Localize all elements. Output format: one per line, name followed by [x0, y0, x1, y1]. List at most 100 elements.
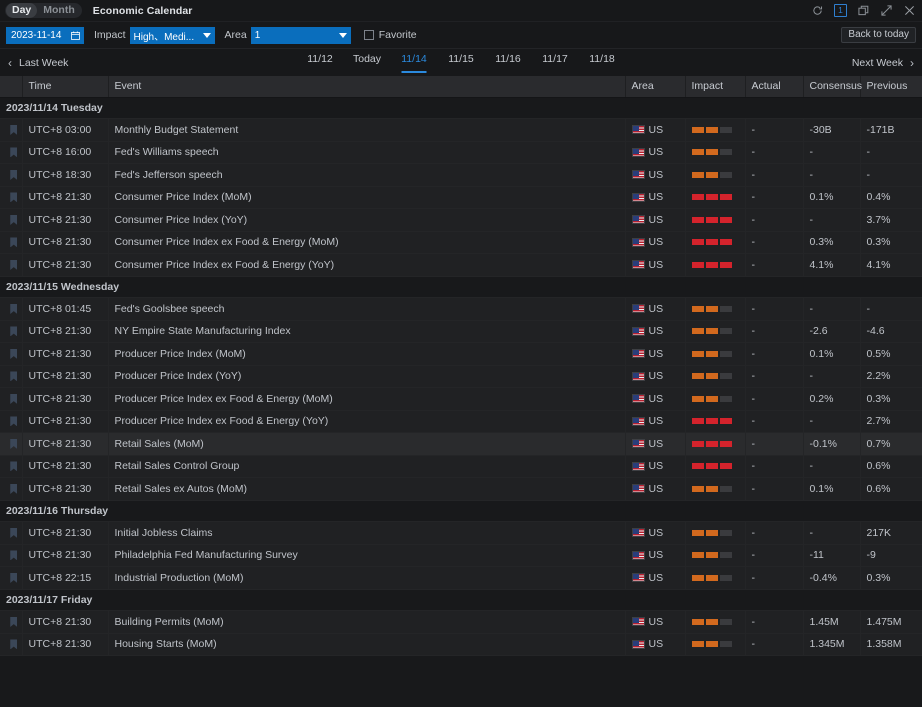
table-row[interactable]: UTC+8 01:45 Fed's Goolsbee speech US - - - — [0, 297, 922, 321]
bookmark-icon[interactable] — [10, 393, 18, 404]
favorite-cell[interactable] — [0, 253, 23, 277]
table-row[interactable]: UTC+8 21:30 Producer Price Index (YoY) US -… — [0, 365, 922, 388]
bookmark-icon[interactable] — [10, 259, 18, 270]
bookmark-icon[interactable] — [10, 438, 18, 449]
bookmark-icon[interactable] — [10, 192, 18, 203]
cell-previous: 1.358M — [860, 633, 922, 656]
table-row[interactable]: UTC+8 21:30 Retail Sales Control Group US -… — [0, 455, 922, 478]
impact-rating — [691, 366, 745, 387]
area-label-value: US — [648, 325, 664, 338]
impact-bar — [691, 485, 704, 492]
day-tab-5[interactable]: 11/17 — [532, 53, 579, 73]
table-row[interactable]: UTC+8 18:30 Fed's Jefferson speech US - - - — [0, 163, 922, 187]
favorite-filter[interactable]: Favorite — [363, 29, 417, 41]
back-to-today-button[interactable]: Back to today — [841, 27, 916, 43]
favorite-cell[interactable] — [0, 118, 23, 142]
favorite-cell[interactable] — [0, 610, 23, 634]
day-tab-today[interactable]: Today — [344, 53, 391, 73]
cell-consensus: 0.1% — [803, 342, 861, 366]
table-row[interactable]: UTC+8 21:30 Retail Sales ex Autos (MoM) US… — [0, 477, 922, 501]
view-mode-segmented-control[interactable]: Day Month — [5, 3, 82, 18]
table-row[interactable]: UTC+8 21:30 Producer Price Index ex Food … — [0, 410, 922, 433]
table-row[interactable]: UTC+8 21:30 Retail Sales (MoM) US - -0.1% 0.7… — [0, 432, 922, 456]
table-row[interactable]: UTC+8 21:30 Consumer Price Index ex Food … — [0, 253, 922, 277]
day-tab-3[interactable]: 11/15 — [438, 53, 485, 73]
table-row[interactable]: UTC+8 21:30 NY Empire State Manufacturing… — [0, 320, 922, 343]
favorite-cell[interactable] — [0, 342, 23, 366]
day-group-label: 2023/11/16 Thursday — [0, 500, 922, 522]
favorite-cell[interactable] — [0, 521, 23, 545]
table-row[interactable]: UTC+8 21:30 Producer Price Index ex Food … — [0, 387, 922, 411]
favorite-cell[interactable] — [0, 141, 23, 164]
favorite-cell[interactable] — [0, 208, 23, 232]
area-content: US — [631, 522, 685, 543]
day-tab-4[interactable]: 11/16 — [485, 53, 532, 73]
impact-select-value: High、Medi... — [133, 31, 195, 43]
table-row[interactable]: UTC+8 21:30 Consumer Price Index (YoY) US -… — [0, 208, 922, 232]
bookmark-icon[interactable] — [10, 639, 18, 650]
table-row[interactable]: UTC+8 21:30 Building Permits (MoM) US -1.45… — [0, 610, 922, 634]
favorite-cell[interactable] — [0, 231, 23, 254]
bookmark-icon[interactable] — [10, 237, 18, 248]
next-week-button[interactable]: Next Week › — [852, 57, 914, 69]
favorite-cell[interactable] — [0, 633, 23, 656]
table-row[interactable]: UTC+8 21:30 Consumer Price Index ex Food … — [0, 231, 922, 254]
bookmark-icon[interactable] — [10, 416, 18, 427]
table-row[interactable]: UTC+8 21:30 Consumer Price Index (MoM) US -… — [0, 186, 922, 209]
bookmark-icon[interactable] — [10, 527, 18, 538]
bookmark-icon[interactable] — [10, 169, 18, 180]
bookmark-icon[interactable] — [10, 483, 18, 494]
favorite-cell[interactable] — [0, 163, 23, 187]
tab-day[interactable]: Day — [6, 3, 38, 18]
cell-area: US — [625, 633, 686, 656]
expand-icon[interactable] — [880, 4, 893, 17]
bookmark-icon[interactable] — [10, 124, 18, 135]
area-select[interactable]: 1 — [250, 26, 351, 44]
favorite-cell[interactable] — [0, 566, 23, 590]
table-row[interactable]: UTC+8 03:00 Monthly Budget Statement US - -3… — [0, 118, 922, 142]
impact-bar — [691, 305, 704, 312]
close-icon[interactable] — [903, 4, 916, 17]
bookmark-icon[interactable] — [10, 371, 18, 382]
bookmark-icon[interactable] — [10, 303, 18, 314]
favorite-cell[interactable] — [0, 455, 23, 478]
table-row[interactable]: UTC+8 21:30 Housing Starts (MoM) US -1.345M… — [0, 633, 922, 656]
day-tab-6[interactable]: 11/18 — [579, 53, 626, 73]
impact-rating — [691, 254, 745, 275]
day-tab-0[interactable]: 11/12 — [297, 53, 344, 73]
table-row[interactable]: UTC+8 21:30 Philadelphia Fed Manufacturin… — [0, 544, 922, 567]
last-week-button[interactable]: ‹ Last Week — [8, 57, 68, 69]
table-row[interactable]: UTC+8 22:15 Industrial Production (MoM) US… — [0, 566, 922, 590]
favorite-cell[interactable] — [0, 365, 23, 388]
day-tab-2[interactable]: 11/14 — [391, 53, 438, 73]
cell-area: US — [625, 387, 686, 411]
table-row[interactable]: UTC+8 21:30 Producer Price Index (MoM) US -… — [0, 342, 922, 366]
favorite-cell[interactable] — [0, 544, 23, 567]
restore-window-icon[interactable] — [857, 4, 870, 17]
table-row[interactable]: UTC+8 16:00 Fed's Williams speech US - - - — [0, 141, 922, 164]
bookmark-icon[interactable] — [10, 616, 18, 627]
bookmark-icon[interactable] — [10, 214, 18, 225]
favorite-cell[interactable] — [0, 432, 23, 456]
favorite-cell[interactable] — [0, 186, 23, 209]
table-row[interactable]: UTC+8 21:30 Initial Jobless Claims US - -217… — [0, 521, 922, 545]
count-badge[interactable]: 1 — [834, 4, 847, 17]
date-input[interactable]: 2023-11-14 — [6, 26, 84, 44]
cell-event: Fed's Williams speech — [108, 141, 626, 164]
bookmark-icon[interactable] — [10, 147, 18, 158]
bookmark-icon[interactable] — [10, 550, 18, 561]
impact-select[interactable]: High、Medi... — [129, 26, 215, 44]
favorite-cell[interactable] — [0, 410, 23, 433]
favorite-cell[interactable] — [0, 297, 23, 321]
refresh-icon[interactable] — [811, 4, 824, 17]
bookmark-icon[interactable] — [10, 461, 18, 472]
favorite-cell[interactable] — [0, 477, 23, 501]
bookmark-icon[interactable] — [10, 326, 18, 337]
area-label-value: US — [648, 526, 664, 539]
bookmark-icon[interactable] — [10, 572, 18, 583]
favorite-cell[interactable] — [0, 387, 23, 411]
favorite-cell[interactable] — [0, 320, 23, 343]
bookmark-icon[interactable] — [10, 348, 18, 359]
tab-month[interactable]: Month — [37, 3, 81, 18]
favorite-checkbox[interactable] — [363, 30, 374, 40]
